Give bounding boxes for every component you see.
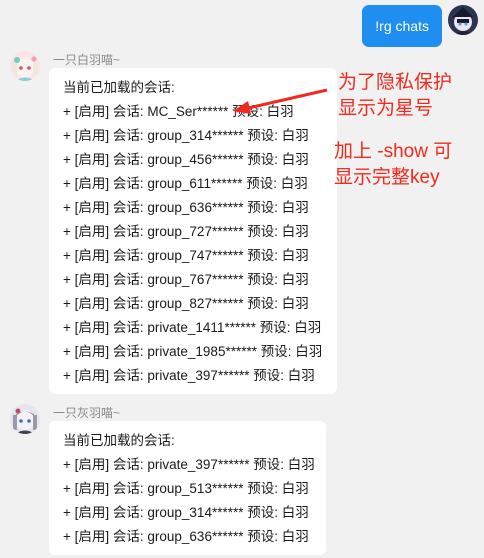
session-line: + [启用] 会话: group_767****** 预设: 白羽 <box>63 272 309 287</box>
session-line: + [启用] 会话: private_397****** 预设: 白羽 <box>63 368 315 383</box>
session-line: + [启用] 会话: group_314****** 预设: 白羽 <box>63 505 309 520</box>
session-line: + [启用] 会话: group_636****** 预设: 白羽 <box>63 200 309 215</box>
bot1-avatar-icon[interactable] <box>10 51 40 81</box>
bot1-sender-name: 一只白羽喵~ <box>53 53 121 67</box>
session-line: + [启用] 会话: group_513****** 预设: 白羽 <box>63 481 309 496</box>
bot2-header: 当前已加载的会话: <box>63 433 175 448</box>
session-line: + [启用] 会话: private_1985****** 预设: 白羽 <box>63 344 323 359</box>
session-line: + [启用] 会话: group_314****** 预设: 白羽 <box>63 128 309 143</box>
bot2-avatar-icon[interactable] <box>10 404 40 434</box>
session-line: + [启用] 会话: group_747****** 预设: 白羽 <box>63 248 309 263</box>
annotation-privacy-line2: 显示为星号 <box>338 98 434 119</box>
annotation-show-line2: 显示完整key <box>334 167 440 188</box>
bot2-message-bubble: 当前已加载的会话: + [启用] 会话: private_397****** 预… <box>49 421 326 555</box>
annotation-privacy-line1: 为了隐私保护 <box>338 72 453 93</box>
session-line: + [启用] 会话: group_636****** 预设: 白羽 <box>63 529 309 544</box>
annotation-show-flag: 加上 -show 可 显示完整key <box>334 139 452 191</box>
annotation-privacy: 为了隐私保护 显示为星号 <box>338 70 452 122</box>
bot2-sender-name: 一只灰羽喵~ <box>53 406 121 420</box>
session-line: + [启用] 会话: group_827****** 预设: 白羽 <box>63 296 309 311</box>
session-line: + [启用] 会话: private_397****** 预设: 白羽 <box>63 457 315 472</box>
user-avatar-icon[interactable] <box>448 5 478 35</box>
session-line: + [启用] 会话: group_727****** 预设: 白羽 <box>63 224 309 239</box>
user-message-bubble: !rg chats <box>362 5 442 47</box>
session-line: + [启用] 会话: group_611****** 预设: 白羽 <box>63 176 308 191</box>
session-line: + [启用] 会话: private_1411****** 预设: 白羽 <box>63 320 322 335</box>
session-line: + [启用] 会话: group_456****** 预设: 白羽 <box>63 152 309 167</box>
annotation-arrow-icon <box>233 88 328 114</box>
bot1-message-bubble: 当前已加载的会话: + [启用] 会话: MC_Ser****** 预设: 白羽… <box>49 68 337 394</box>
annotation-show-line1: 加上 -show 可 <box>334 141 453 162</box>
user-message-row: !rg chats <box>362 3 478 47</box>
